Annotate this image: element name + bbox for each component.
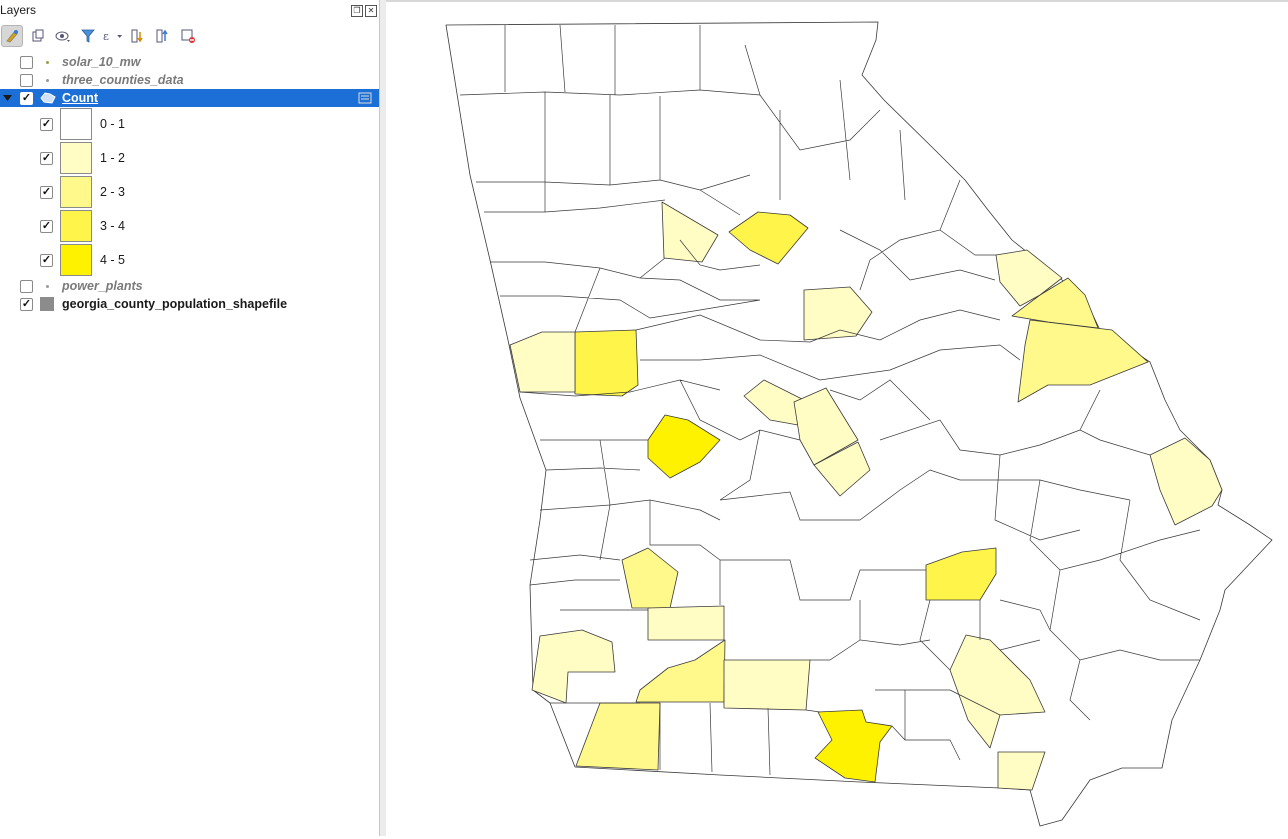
layer-checkbox-three-counties[interactable] — [20, 73, 33, 87]
legend-checkbox[interactable]: ✓ — [40, 254, 53, 267]
legend-swatch — [60, 176, 92, 208]
legend-item[interactable]: ✓ 1 - 2 — [0, 141, 379, 175]
legend-label: 0 - 1 — [100, 117, 126, 131]
legend-swatch — [60, 142, 92, 174]
legend-item[interactable]: ✓ 4 - 5 — [0, 243, 379, 277]
legend-checkbox[interactable]: ✓ — [40, 186, 53, 199]
legend-label: 1 - 2 — [100, 151, 126, 165]
legend-swatch — [60, 244, 92, 276]
legend-swatch — [60, 108, 92, 140]
panel-title: Layers — [0, 3, 37, 17]
map-canvas[interactable] — [386, 0, 1288, 836]
svg-text:ε: ε — [103, 29, 109, 43]
county-12 — [647, 605, 725, 641]
point-symbol-icon — [46, 285, 49, 288]
legend-label: 3 - 4 — [100, 219, 126, 233]
county-12 — [723, 659, 811, 711]
close-panel-icon[interactable]: ✕ — [365, 5, 377, 17]
layer-item-count[interactable]: ✓ Count — [0, 89, 379, 107]
layers-toolbar: ε — [0, 22, 379, 49]
layer-indicator-icon[interactable] — [358, 92, 372, 104]
filter-by-expression-icon[interactable]: ε — [102, 25, 123, 46]
layer-checkbox-count[interactable]: ✓ — [20, 92, 33, 105]
layer-name: georgia_county_population_shapefile — [62, 297, 288, 311]
add-group-icon[interactable] — [27, 25, 48, 46]
collapse-all-icon[interactable] — [152, 25, 173, 46]
layer-name: power_plants — [62, 279, 143, 293]
polygon-layer-icon — [40, 92, 56, 104]
filter-legend-icon[interactable] — [77, 25, 98, 46]
legend-checkbox[interactable]: ✓ — [40, 118, 53, 131]
layer-item-three-counties[interactable]: three_counties_data — [0, 71, 379, 89]
state-outline — [445, 21, 1273, 827]
layers-panel: Layers ❐ ✕ ε solar_10_mw three_counties_… — [0, 0, 380, 836]
layer-name: Count — [62, 91, 99, 105]
legend-item[interactable]: ✓ 3 - 4 — [0, 209, 379, 243]
layer-name: three_counties_data — [62, 73, 184, 87]
county-12 — [509, 331, 576, 393]
layer-item-georgia[interactable]: ✓ georgia_county_population_shapefile — [0, 295, 379, 313]
layer-item-solar[interactable]: solar_10_mw — [0, 53, 379, 71]
legend-item[interactable]: ✓ 0 - 1 — [0, 107, 379, 141]
layer-name: solar_10_mw — [62, 55, 141, 69]
expand-all-icon[interactable] — [127, 25, 148, 46]
open-layer-styling-icon[interactable] — [1, 24, 23, 47]
legend-checkbox[interactable]: ✓ — [40, 152, 53, 165]
legend-label: 2 - 3 — [100, 185, 126, 199]
legend-label: 4 - 5 — [100, 253, 126, 267]
layer-checkbox-solar[interactable] — [20, 55, 33, 69]
layer-checkbox-georgia[interactable]: ✓ — [20, 297, 33, 311]
collapse-arrow-icon[interactable] — [3, 94, 12, 102]
legend-item[interactable]: ✓ 2 - 3 — [0, 175, 379, 209]
float-panel-icon[interactable]: ❐ — [351, 5, 363, 17]
point-symbol-icon — [46, 79, 49, 82]
panel-title-buttons: ❐ ✕ — [351, 5, 377, 17]
layer-item-power-plants[interactable]: power_plants — [0, 277, 379, 295]
georgia-county-map — [445, 21, 1273, 827]
layer-checkbox-power-plants[interactable] — [20, 279, 33, 293]
legend-swatch — [60, 210, 92, 242]
point-symbol-icon — [46, 61, 49, 64]
manage-map-themes-icon[interactable] — [52, 25, 73, 46]
county-34 — [574, 329, 639, 397]
legend-checkbox[interactable]: ✓ — [40, 220, 53, 233]
remove-layer-icon[interactable] — [177, 25, 198, 46]
fill-symbol-icon — [40, 297, 54, 311]
